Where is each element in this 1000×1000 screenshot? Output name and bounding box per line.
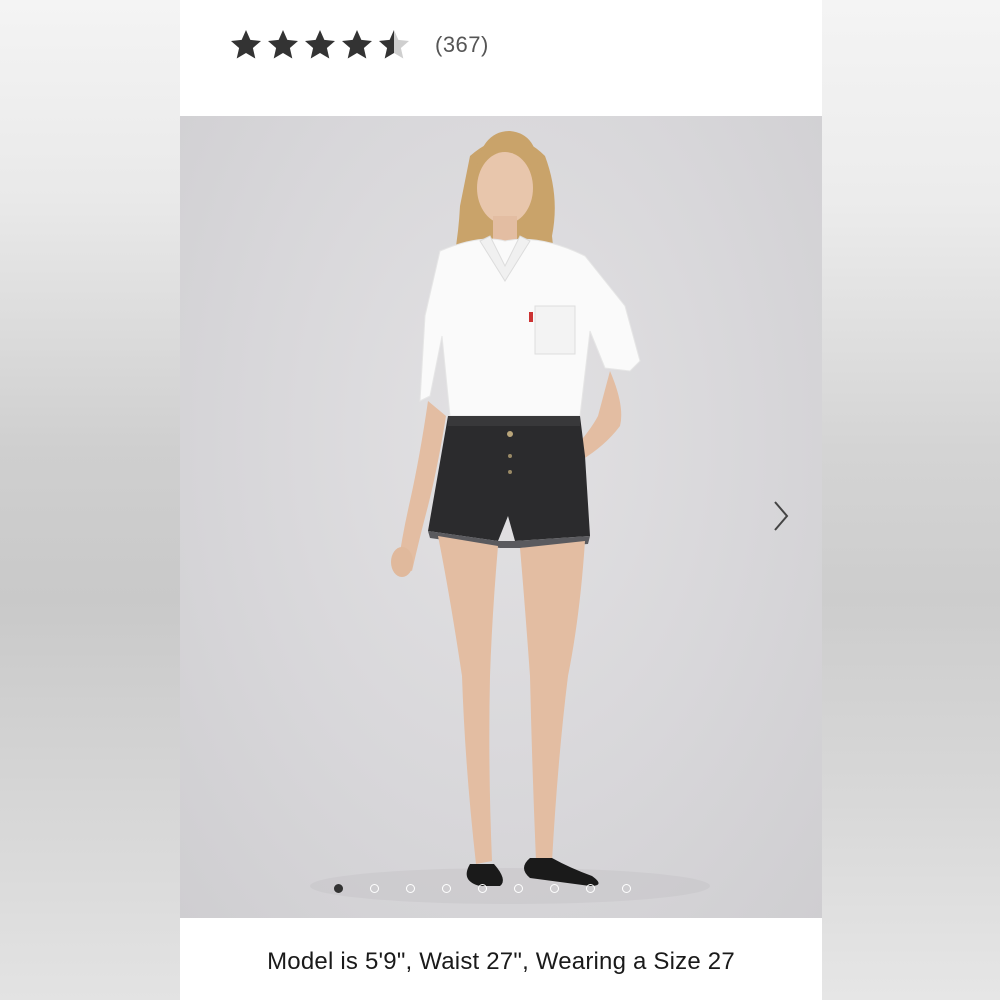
star-icon: [231, 30, 261, 59]
background-left: [0, 0, 180, 1000]
star-icon: [305, 30, 335, 59]
chevron-right-icon: [774, 501, 789, 531]
carousel-dot[interactable]: [442, 884, 451, 893]
carousel-dot[interactable]: [586, 884, 595, 893]
carousel-dot[interactable]: [478, 884, 487, 893]
carousel-dot[interactable]: [370, 884, 379, 893]
carousel-dot[interactable]: [550, 884, 559, 893]
carousel-dot[interactable]: [406, 884, 415, 893]
carousel-dot[interactable]: [334, 884, 343, 893]
next-image-button[interactable]: [765, 496, 797, 536]
half-star-icon: [379, 30, 409, 59]
product-image[interactable]: [180, 116, 822, 918]
model-illustration: [310, 131, 710, 904]
carousel-dot[interactable]: [514, 884, 523, 893]
product-rating[interactable]: (367): [228, 26, 489, 64]
carousel-dot[interactable]: [622, 884, 631, 893]
star-icon: [268, 30, 298, 59]
background-right: [822, 0, 1000, 1000]
carousel-dots: [334, 884, 631, 893]
model-size-caption: Model is 5'9", Waist 27", Wearing a Size…: [267, 948, 735, 975]
review-count[interactable]: (367): [435, 32, 489, 58]
rating-stars: [228, 27, 413, 63]
star-icon: [342, 30, 372, 59]
